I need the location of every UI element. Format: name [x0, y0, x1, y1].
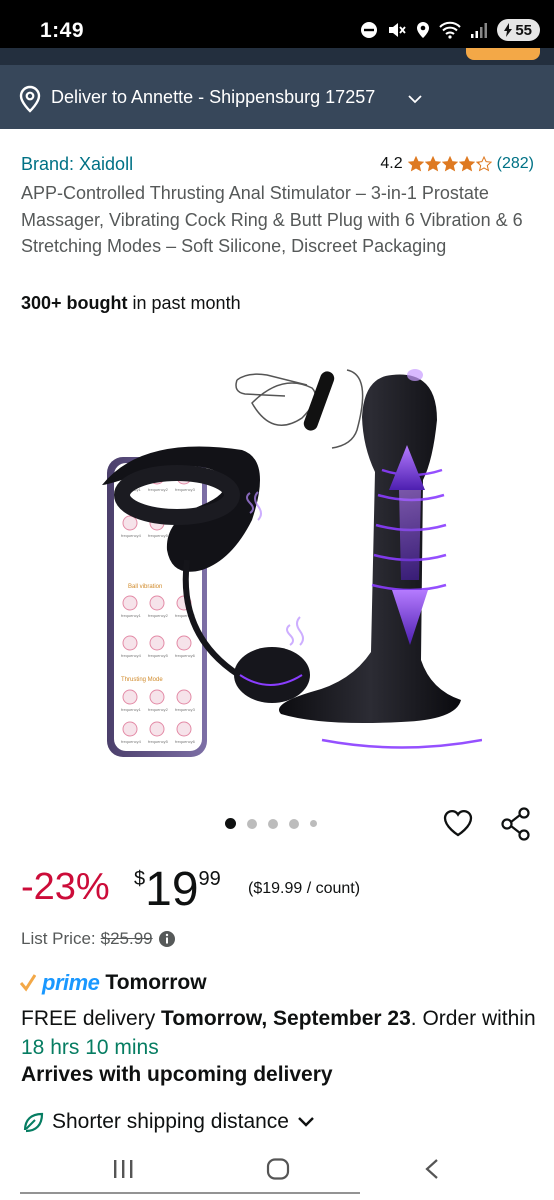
list-price: List Price: $25.99 — [21, 929, 176, 949]
app-mode-label: frequency5 — [148, 739, 169, 744]
app-mode-icon — [149, 689, 165, 705]
delivery-date: Tomorrow, September 23 — [161, 1007, 411, 1030]
share-icon[interactable] — [500, 807, 532, 841]
rating-count-link[interactable]: (282) — [497, 155, 534, 173]
app-mode-icon — [149, 595, 165, 611]
charging-icon — [504, 23, 513, 37]
list-price-label: List Price: — [21, 929, 96, 948]
bought-suffix: in past month — [127, 293, 241, 313]
price-whole: 19 — [145, 863, 199, 916]
mute-icon — [389, 23, 407, 37]
app-mode-icon — [176, 689, 192, 705]
shipping-distance-toggle[interactable]: Shorter shipping distance — [22, 1108, 315, 1136]
image-carousel-indicator[interactable] — [225, 818, 317, 829]
recent-apps-icon[interactable] — [112, 1158, 134, 1180]
search-button[interactable] — [466, 48, 540, 60]
battery-level: 55 — [515, 21, 532, 39]
prime-check-icon — [20, 974, 36, 992]
deliver-to-text[interactable]: Deliver to Annette - Shippensburg 17257 — [51, 87, 375, 108]
prime-badge: prime Tomorrow — [20, 970, 207, 996]
unit-price: ($19.99 / count) — [248, 880, 361, 897]
wifi-icon — [439, 21, 462, 39]
shipping-distance-label: Shorter shipping distance — [52, 1110, 289, 1133]
system-nav-bar — [0, 1138, 554, 1200]
price-currency: $ — [134, 868, 146, 890]
brand-link[interactable]: Brand: Xaidoll — [21, 154, 133, 175]
app-mode-label: frequency5 — [148, 533, 169, 538]
star-rating — [407, 156, 492, 172]
carousel-dot[interactable] — [225, 818, 236, 829]
app-mode-icon — [122, 595, 138, 611]
prime-label: prime — [42, 970, 100, 995]
app-mode-label: frequency5 — [148, 653, 169, 658]
battery-indicator: 55 — [497, 19, 540, 41]
price-fraction: 99 — [198, 868, 221, 890]
leaf-icon — [23, 1112, 44, 1133]
prime-delivery-day: Tomorrow — [105, 971, 207, 994]
delivery-mid: . Order within — [410, 1007, 536, 1030]
carousel-dot[interactable] — [268, 818, 278, 829]
usage-illustration — [235, 369, 364, 449]
star-icon — [441, 156, 458, 172]
app-mode-label: frequency3 — [175, 707, 196, 712]
carousel-dot[interactable] — [289, 818, 299, 829]
app-mode-icon — [176, 721, 192, 737]
app-mode-label: frequency6 — [175, 739, 196, 744]
app-section-thrust: Thrusting Mode — [121, 677, 163, 683]
location-pin-icon — [19, 85, 41, 113]
bought-count: 300+ bought in past month — [21, 293, 241, 314]
rating-value: 4.2 — [380, 155, 403, 172]
app-mode-label: frequency3 — [175, 487, 196, 492]
home-icon[interactable] — [266, 1158, 290, 1180]
info-icon[interactable] — [158, 930, 176, 948]
scrolled-content-peek — [20, 1192, 360, 1200]
carousel-dot[interactable] — [310, 820, 317, 827]
app-mode-label: frequency4 — [121, 653, 142, 658]
rating-summary[interactable]: 4.2 (282) — [380, 155, 534, 173]
delivery-prefix: FREE delivery — [21, 1007, 162, 1030]
app-mode-label: frequency2 — [148, 487, 169, 492]
star-icon — [475, 156, 492, 172]
discount-percent: -23% — [21, 866, 110, 908]
bought-number: 300+ bought — [21, 293, 128, 313]
star-icon — [424, 156, 441, 172]
chevron-down-icon — [408, 95, 422, 104]
product-image[interactable]: Ball vibration Thrusting Mode frequency1… — [72, 345, 482, 765]
app-mode-icon — [149, 635, 165, 651]
heart-icon[interactable] — [442, 808, 474, 838]
app-mode-icon — [122, 635, 138, 651]
app-mode-icon — [122, 721, 138, 737]
app-mode-label: frequency1 — [121, 613, 142, 618]
deliver-to-bar[interactable]: Deliver to Annette - Shippensburg 17257 — [0, 65, 554, 129]
app-mode-icon — [122, 515, 138, 531]
delivery-message: FREE delivery Tomorrow, September 23. Or… — [21, 1004, 541, 1062]
app-section-ball: Ball vibration — [128, 584, 162, 590]
carousel-dot[interactable] — [247, 818, 257, 829]
app-mode-label: frequency2 — [148, 613, 169, 618]
app-mode-icon — [122, 689, 138, 705]
status-time: 1:49 — [40, 19, 85, 42]
app-mode-icon — [149, 721, 165, 737]
do-not-disturb-icon — [361, 22, 378, 38]
signal-icon — [471, 23, 488, 38]
star-icon — [407, 156, 424, 172]
arrives-note: Arrives with upcoming delivery — [21, 1063, 333, 1086]
order-countdown: 18 hrs 10 mins — [21, 1036, 159, 1059]
status-bar: 1:49 55 — [0, 0, 554, 48]
app-mode-label: frequency6 — [175, 653, 196, 658]
location-icon — [417, 22, 430, 38]
app-mode-label: frequency4 — [121, 739, 142, 744]
star-icon — [458, 156, 475, 172]
product-title: APP-Controlled Thrusting Anal Stimulator… — [21, 183, 523, 256]
app-mode-label: frequency1 — [121, 707, 142, 712]
app-mode-label: frequency2 — [148, 707, 169, 712]
chevron-down-icon — [298, 1117, 314, 1127]
status-icons: 55 — [360, 16, 540, 44]
price: $ 19 99 — [134, 862, 221, 918]
back-icon[interactable] — [424, 1158, 440, 1180]
app-mode-icon — [176, 635, 192, 651]
app-mode-label: frequency4 — [121, 533, 142, 538]
list-price-value: $25.99 — [100, 929, 153, 948]
header-strip — [0, 48, 554, 65]
